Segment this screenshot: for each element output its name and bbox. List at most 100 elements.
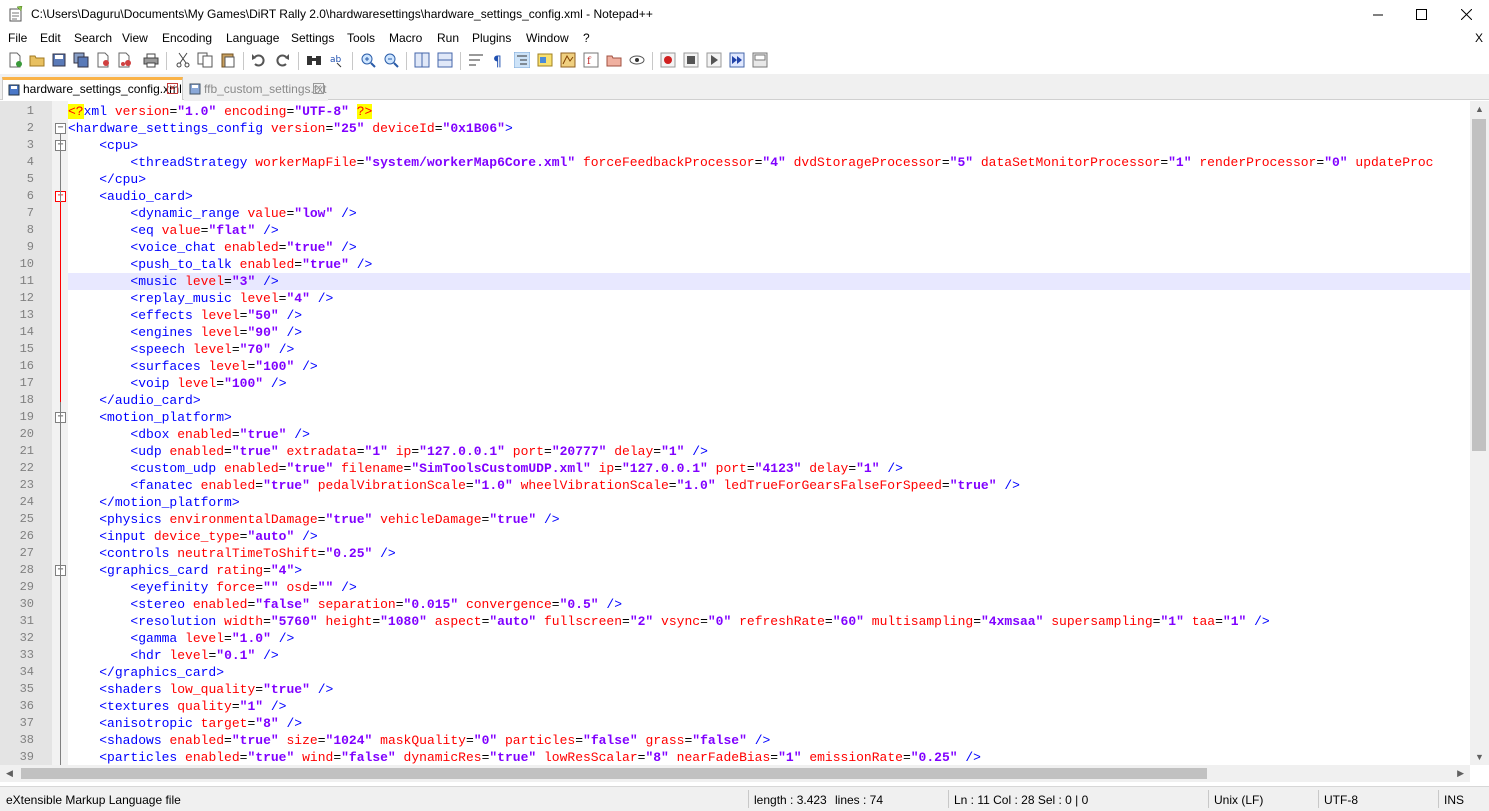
scroll-right-arrow-icon[interactable]: ▶ — [1457, 768, 1464, 779]
maximize-button[interactable] — [1398, 0, 1444, 29]
tab-close-button[interactable]: ✕ — [167, 83, 178, 94]
code-line[interactable]: <textures quality="1" /> — [68, 698, 1470, 715]
close-document-button[interactable]: X — [1475, 31, 1483, 45]
code-line[interactable]: <threadStrategy workerMapFile="system/wo… — [68, 154, 1470, 171]
code-line[interactable]: <cpu> — [68, 137, 1470, 154]
close-file-icon[interactable] — [95, 52, 111, 68]
stop-macro-icon[interactable] — [683, 52, 699, 68]
code-line[interactable]: <shadows enabled="true" size="1024" mask… — [68, 732, 1470, 749]
zoom-out-icon[interactable] — [383, 52, 399, 68]
code-line[interactable]: <shaders low_quality="true" /> — [68, 681, 1470, 698]
menu-run[interactable]: Run — [437, 31, 459, 45]
code-line[interactable]: <resolution width="5760" height="1080" a… — [68, 613, 1470, 630]
function-list-icon[interactable]: f — [583, 52, 599, 68]
close-all-icon[interactable] — [117, 52, 133, 68]
play-macro-icon[interactable] — [706, 52, 722, 68]
code-line[interactable]: <eyefinity force="" osd="" /> — [68, 579, 1470, 596]
code-area[interactable]: <?xml version="1.0" encoding="UTF-8" ?> <… — [68, 101, 1470, 765]
code-editor[interactable]: 1 2 3 4 5 6 7 8 9 10 11 12 13 14 15 16 17 18 19 20 21 22 23 24 2… — [0, 101, 1470, 765]
code-line[interactable]: </cpu> — [68, 171, 1470, 188]
word-wrap-icon[interactable] — [468, 52, 484, 68]
code-line[interactable]: <physics environmentalDamage="true" vehi… — [68, 511, 1470, 528]
new-file-icon[interactable] — [7, 52, 23, 68]
code-line[interactable]: </audio_card> — [68, 392, 1470, 409]
vertical-scroll-thumb[interactable] — [1472, 119, 1486, 451]
code-line[interactable]: <custom_udp enabled="true" filename="Sim… — [68, 460, 1470, 477]
menu-tools[interactable]: Tools — [347, 31, 375, 45]
horizontal-scrollbar[interactable]: ◀ ▶ — [0, 765, 1470, 782]
code-line[interactable]: <gamma level="1.0" /> — [68, 630, 1470, 647]
code-line[interactable]: <replay_music level="4" /> — [68, 290, 1470, 307]
menu-file[interactable]: File — [8, 31, 27, 45]
code-line[interactable]: <udp enabled="true" extradata="1" ip="12… — [68, 443, 1470, 460]
menu-language[interactable]: Language — [226, 31, 279, 45]
open-file-icon[interactable] — [29, 52, 45, 68]
save-icon[interactable] — [51, 52, 67, 68]
redo-icon[interactable] — [274, 52, 290, 68]
code-line[interactable]: <controls neutralTimeToShift="0.25" /> — [68, 545, 1470, 562]
find-icon[interactable] — [306, 52, 322, 68]
close-window-button[interactable] — [1443, 0, 1489, 29]
code-line[interactable]: </motion_platform> — [68, 494, 1470, 511]
tab-ffb-custom-settings[interactable]: ffb_custom_settings.txt ✕ — [184, 79, 328, 102]
code-line[interactable]: <graphics_card rating="4"> — [68, 562, 1470, 579]
code-line[interactable]: <voip level="100" /> — [68, 375, 1470, 392]
copy-icon[interactable] — [197, 52, 213, 68]
code-line[interactable]: <audio_card> — [68, 188, 1470, 205]
vertical-scrollbar[interactable]: ▲ ▼ — [1470, 101, 1489, 765]
save-macro-icon[interactable] — [752, 52, 768, 68]
horizontal-scroll-thumb[interactable] — [21, 768, 1207, 779]
code-line[interactable]: <surfaces level="100" /> — [68, 358, 1470, 375]
fold-toggle-icon[interactable]: − — [55, 123, 66, 134]
menu-encoding[interactable]: Encoding — [162, 31, 212, 45]
code-line[interactable]: <dynamic_range value="low" /> — [68, 205, 1470, 222]
menu-view[interactable]: View — [122, 31, 148, 45]
menu-help[interactable]: ? — [583, 31, 590, 45]
replace-icon[interactable]: ab — [329, 52, 345, 68]
record-macro-icon[interactable] — [660, 52, 676, 68]
code-line[interactable]: <input device_type="auto" /> — [68, 528, 1470, 545]
menu-macro[interactable]: Macro — [389, 31, 422, 45]
code-line[interactable]: <dbox enabled="true" /> — [68, 426, 1470, 443]
menu-window[interactable]: Window — [526, 31, 569, 45]
monitor-icon[interactable] — [629, 52, 645, 68]
indent-guide-icon[interactable] — [514, 52, 530, 68]
user-language-icon[interactable] — [537, 52, 553, 68]
scroll-up-arrow-icon[interactable]: ▲ — [1475, 104, 1484, 114]
code-line[interactable]: <eq value="flat" /> — [68, 222, 1470, 239]
code-line[interactable]: <hdr level="0.1" /> — [68, 647, 1470, 664]
cut-icon[interactable] — [175, 52, 191, 68]
folder-workspace-icon[interactable] — [606, 52, 622, 68]
code-line[interactable]: <push_to_talk enabled="true" /> — [68, 256, 1470, 273]
code-line[interactable]: <particles enabled="true" wind="false" d… — [68, 749, 1470, 765]
run-macro-multiple-icon[interactable] — [729, 52, 745, 68]
zoom-in-icon[interactable] — [360, 52, 376, 68]
menu-search[interactable]: Search — [74, 31, 112, 45]
tab-hardware-settings-config[interactable]: hardware_settings_config.xml ✕ — [2, 77, 183, 100]
code-line[interactable]: <hardware_settings_config version="25" d… — [68, 120, 1470, 137]
code-line[interactable]: <voice_chat enabled="true" /> — [68, 239, 1470, 256]
code-line[interactable]: <stereo enabled="false" separation="0.01… — [68, 596, 1470, 613]
scroll-down-arrow-icon[interactable]: ▼ — [1475, 752, 1484, 762]
minimize-button[interactable] — [1355, 0, 1401, 29]
menu-edit[interactable]: Edit — [40, 31, 61, 45]
code-line[interactable]: <effects level="50" /> — [68, 307, 1470, 324]
save-all-icon[interactable] — [73, 52, 89, 68]
undo-icon[interactable] — [251, 52, 267, 68]
show-all-chars-icon[interactable]: ¶ — [490, 52, 506, 68]
code-line[interactable]: </graphics_card> — [68, 664, 1470, 681]
tab-close-button[interactable]: ✕ — [313, 83, 324, 94]
code-line[interactable]: <fanatec enabled="true" pedalVibrationSc… — [68, 477, 1470, 494]
menu-plugins[interactable]: Plugins — [472, 31, 511, 45]
doc-map-icon[interactable] — [560, 52, 576, 68]
sync-vertical-icon[interactable] — [414, 52, 430, 68]
code-line[interactable]: <motion_platform> — [68, 409, 1470, 426]
code-line[interactable]: <speech level="70" /> — [68, 341, 1470, 358]
print-icon[interactable] — [143, 52, 159, 68]
paste-icon[interactable] — [220, 52, 236, 68]
code-line[interactable]: <anisotropic target="8" /> — [68, 715, 1470, 732]
sync-horizontal-icon[interactable] — [437, 52, 453, 68]
code-line[interactable]: <engines level="90" /> — [68, 324, 1470, 341]
menu-settings[interactable]: Settings — [291, 31, 334, 45]
current-code-line[interactable]: <music level="3" /> — [68, 273, 1470, 290]
